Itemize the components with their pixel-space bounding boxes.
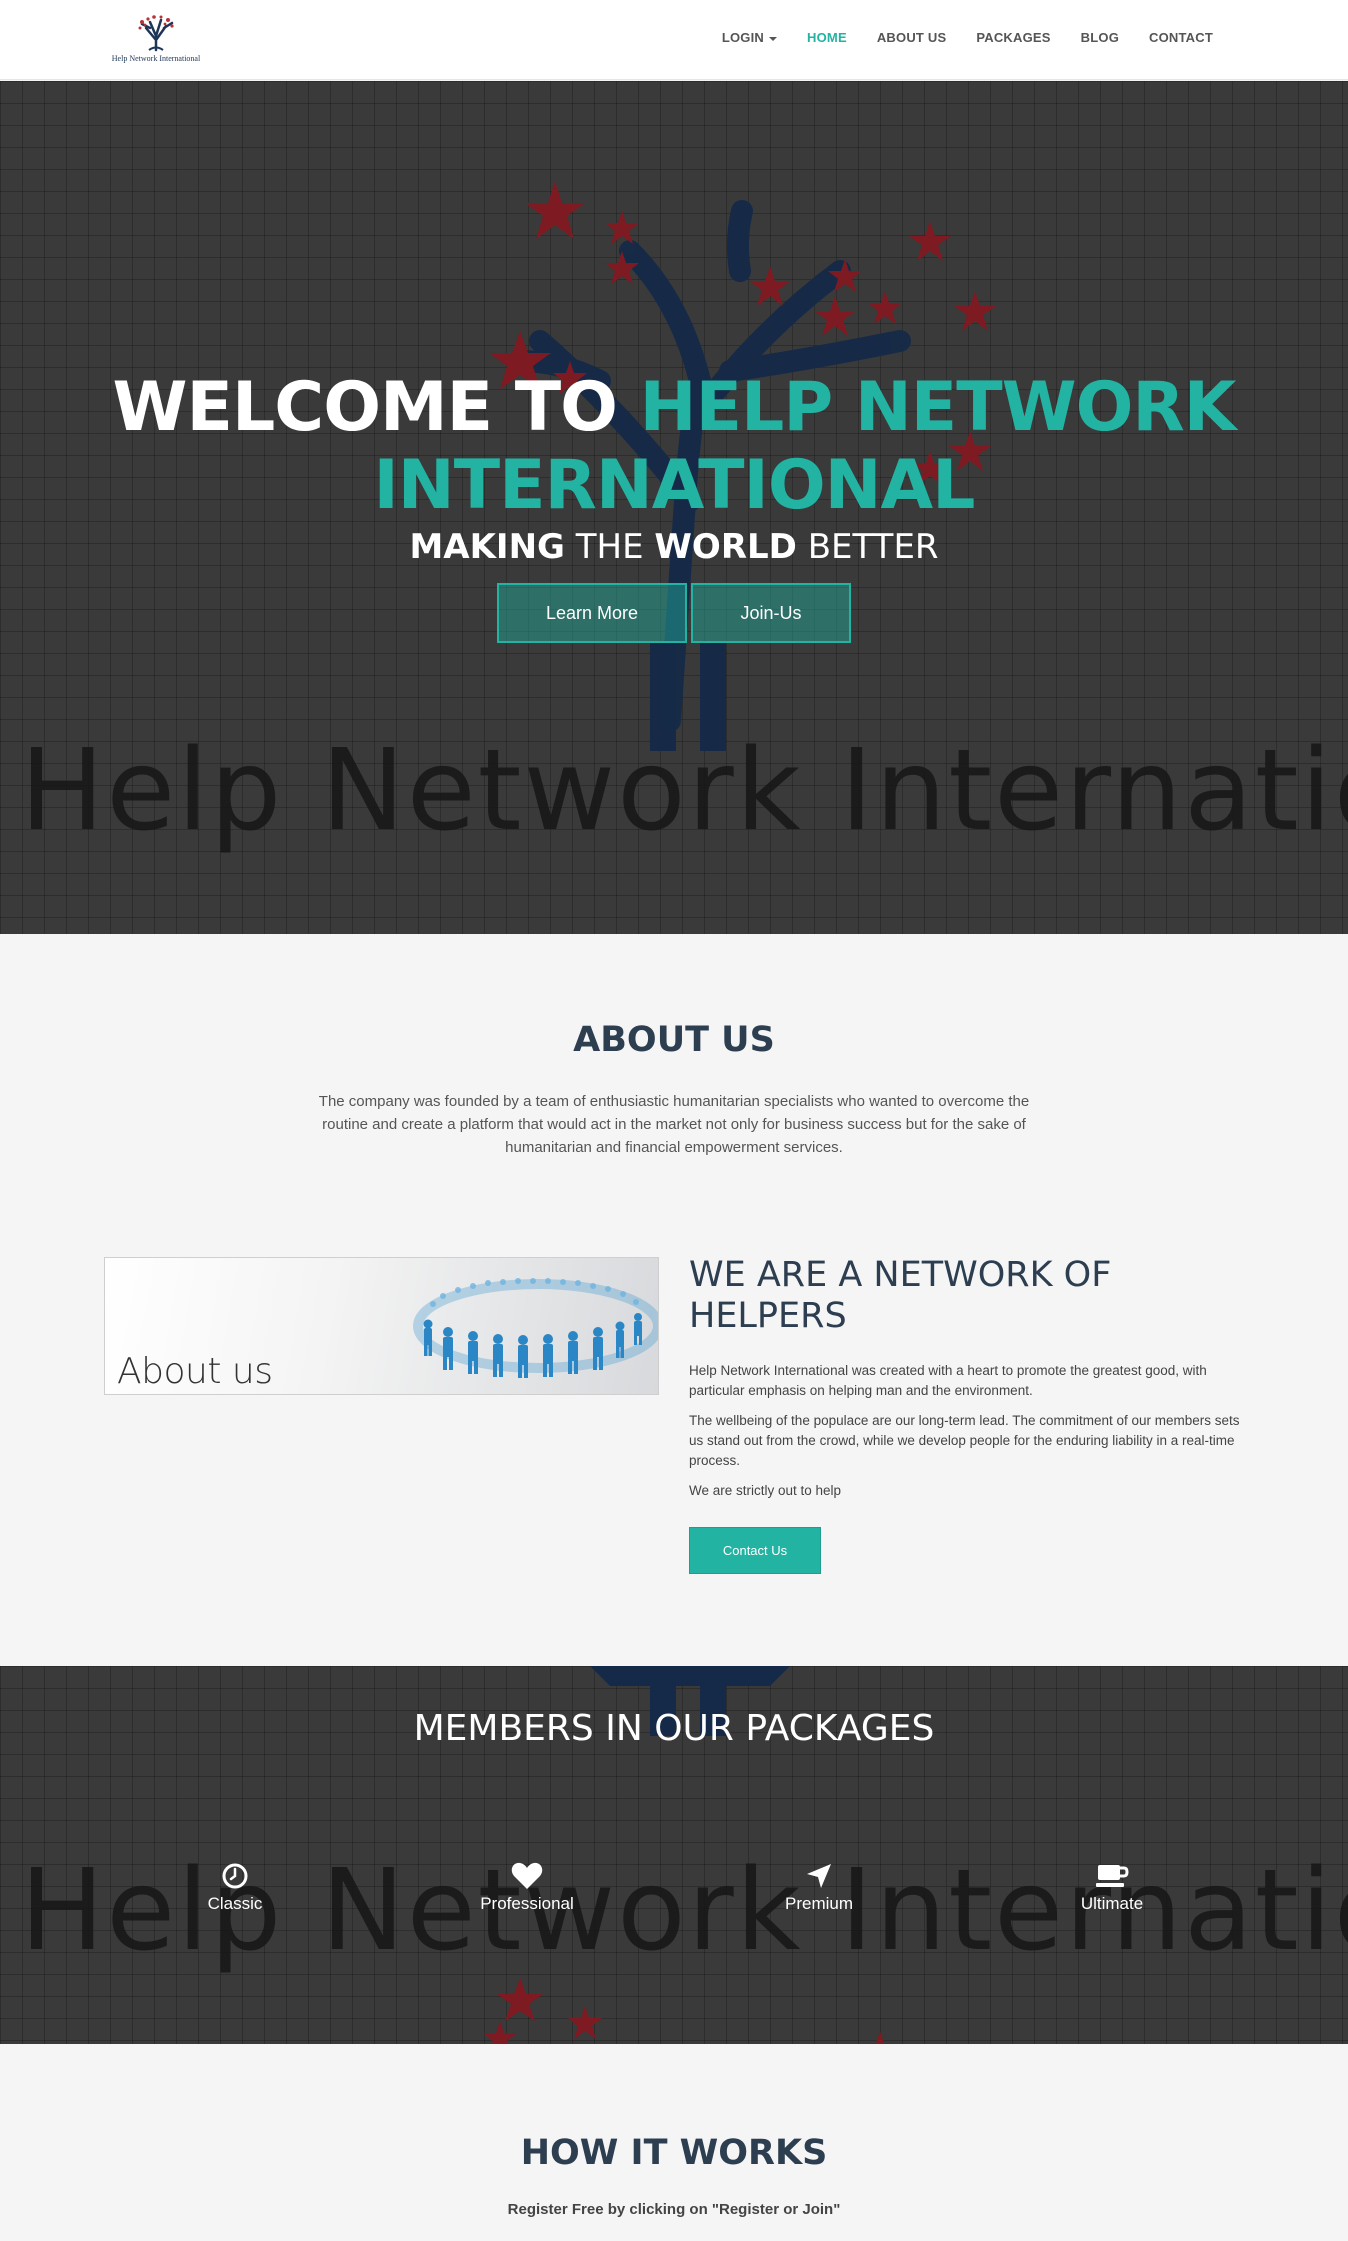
hero-subtitle-word-2: THE: [575, 527, 644, 567]
navbar: Help Network International LOGIN HOME AB…: [0, 0, 1348, 80]
location-arrow-icon: [807, 1864, 831, 1888]
how-it-works-title: HOW IT WORKS: [520, 2133, 828, 2173]
package-classic-label: Classic: [207, 1894, 263, 1913]
hero-subtitle-word-3: WORLD: [654, 527, 797, 567]
brand-logo[interactable]: Help Network International: [104, 14, 208, 70]
main-nav: LOGIN HOME ABOUT US PACKAGES BLOG CONTAC…: [707, 30, 1228, 45]
heart-icon: [511, 1862, 543, 1889]
about-text: The company was founded by a team of ent…: [318, 1093, 1030, 1156]
how-it-works-subtitle: Register Free by clicking on "Register o…: [507, 2201, 841, 2218]
members-title: MEMBERS IN OUR PACKAGES: [413, 1708, 935, 1749]
about-title: ABOUT US: [573, 1020, 775, 1060]
tree-logo-icon: [138, 15, 174, 52]
learn-more-button[interactable]: Learn More: [497, 583, 687, 643]
helpers-paragraph-1: Help Network International was created w…: [689, 1363, 1207, 1398]
brand-name: Help Network International: [111, 54, 201, 63]
nav-about-us[interactable]: ABOUT US: [862, 30, 962, 45]
nav-blog[interactable]: BLOG: [1066, 30, 1134, 45]
package-professional-label: Professional: [480, 1894, 574, 1913]
hero-subtitle-word-1: MAKING: [409, 527, 565, 567]
hero-subtitle: MAKING THE WORLD BETTER: [0, 527, 1348, 567]
helpers-paragraph-2: The wellbeing of the populace are our lo…: [689, 1413, 1240, 1468]
contact-us-button[interactable]: Contact Us: [689, 1527, 821, 1574]
join-us-button[interactable]: Join-Us: [691, 583, 851, 643]
nav-login[interactable]: LOGIN: [707, 30, 792, 45]
package-classic[interactable]: Classic: [135, 1862, 335, 1914]
about-us-image: About us: [104, 1257, 659, 1395]
package-premium[interactable]: Premium: [719, 1862, 919, 1914]
nav-contact[interactable]: CONTACT: [1134, 30, 1228, 45]
package-premium-label: Premium: [784, 1894, 853, 1913]
hero-section: Help Network Internation WELCOME TO HELP…: [0, 81, 1348, 934]
hero-buttons: Learn More Join-Us: [0, 583, 1348, 643]
hero-watermark-text: Help Network Internation: [20, 726, 1348, 856]
hero-subtitle-word-4: BETTER: [807, 527, 939, 567]
nav-home[interactable]: HOME: [792, 30, 862, 45]
helpers-title: WE ARE A NETWORK OF HELPERS: [689, 1255, 1112, 1336]
hero-title-white: WELCOME TO: [112, 368, 618, 447]
people-circle-graphic: [413, 1278, 658, 1378]
package-ultimate[interactable]: Ultimate: [1012, 1862, 1212, 1914]
about-image-label: About us: [117, 1351, 273, 1392]
helpers-paragraph-3: We are strictly out to help: [689, 1483, 842, 1498]
nav-packages[interactable]: PACKAGES: [961, 30, 1065, 45]
package-professional[interactable]: Professional: [427, 1862, 627, 1914]
nav-login-label: LOGIN: [721, 30, 765, 45]
coffee-cup-icon: [1096, 1865, 1129, 1887]
hero-title: WELCOME TO HELP NETWORK INTERNATIONAL: [0, 369, 1348, 525]
clock-icon: [222, 1863, 248, 1889]
caret-down-icon: [769, 36, 778, 41]
members-section: Help Network Internation MEMBERS IN OUR …: [0, 1666, 1348, 2044]
package-ultimate-label: Ultimate: [1080, 1894, 1144, 1913]
